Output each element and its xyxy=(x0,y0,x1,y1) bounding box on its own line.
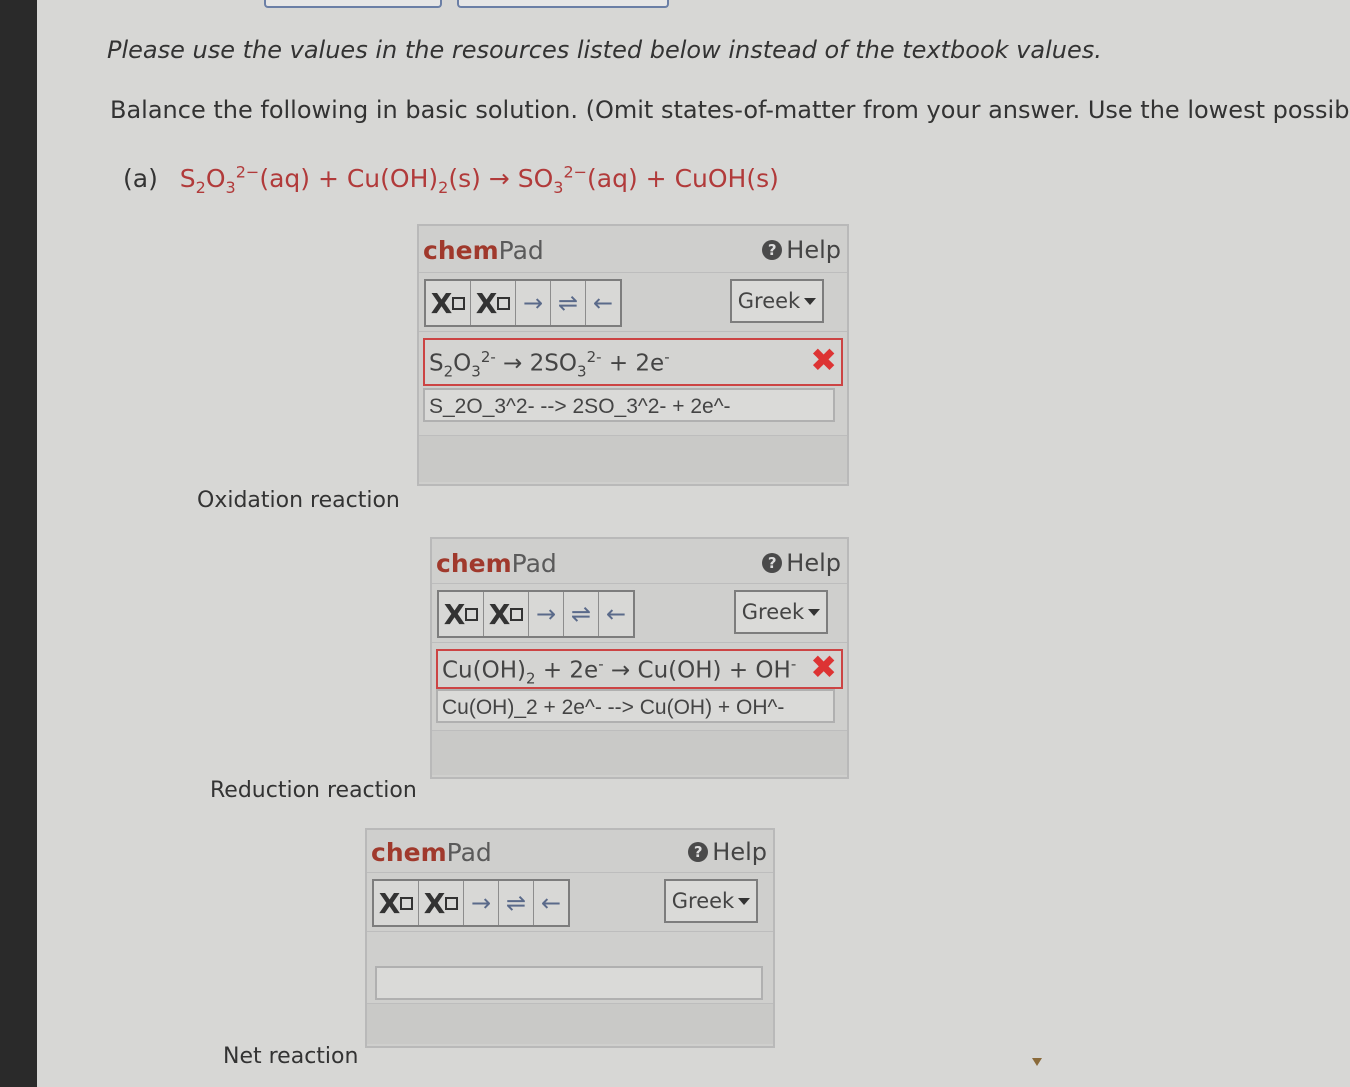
chempad-header: chemPad ? Help xyxy=(367,830,773,873)
chempad-oxidation: chemPad ? Help X X → ⇌ ← Greek S2O32- → 2… xyxy=(417,224,849,486)
chempad-tray xyxy=(419,435,847,482)
help-button[interactable]: ? Help xyxy=(688,838,767,866)
subscript-button[interactable]: X xyxy=(439,592,484,636)
greek-dropdown[interactable]: Greek xyxy=(664,879,758,923)
superscript-button[interactable]: X xyxy=(419,881,464,925)
subscript-button[interactable]: X xyxy=(374,881,419,925)
top-nav-button-1[interactable] xyxy=(264,0,442,8)
chempad-toolbar: X X → ⇌ ← Greek xyxy=(419,273,847,332)
rendered-equation-text: S2O32- → 2SO32- + 2e- xyxy=(429,348,670,381)
rendered-equation: Cu(OH)2 + 2e- → Cu(OH) + OH- ✖ xyxy=(436,649,843,689)
chempad-tray xyxy=(367,1003,773,1044)
incorrect-icon: ✖ xyxy=(810,649,837,686)
equation-input[interactable]: S_2O_3^2- --> 2SO_3^2- + 2e^- xyxy=(423,388,835,422)
chevron-down-icon xyxy=(738,897,751,905)
rendered-equation: S2O32- → 2SO32- + 2e- ✖ xyxy=(423,338,843,386)
top-nav-button-2[interactable] xyxy=(457,0,669,8)
page: Please use the values in the resources l… xyxy=(37,0,1350,1087)
format-toolgroup: X X → ⇌ ← xyxy=(372,879,570,927)
back-arrow-button[interactable]: ← xyxy=(534,881,568,925)
question-equation: (a) S2O32−(aq) + Cu(OH)2(s) → SO32−(aq) … xyxy=(123,163,779,197)
reaction-arrow-button[interactable]: → xyxy=(529,592,564,636)
equilibrium-arrow-button[interactable]: ⇌ xyxy=(551,281,586,325)
chempad-body: Cu(OH)2 + 2e- → Cu(OH) + OH- ✖ Cu(OH)_2 … xyxy=(432,643,847,775)
superscript-button[interactable]: X xyxy=(471,281,516,325)
reaction-arrow-button[interactable]: → xyxy=(516,281,551,325)
chevron-down-icon xyxy=(804,297,817,305)
back-arrow-button[interactable]: ← xyxy=(599,592,633,636)
help-icon: ? xyxy=(688,842,709,862)
equation-input[interactable] xyxy=(375,966,763,1000)
reduction-label: Reduction reaction xyxy=(210,778,417,803)
equation-input[interactable]: Cu(OH)_2 + 2e^- --> Cu(OH) + OH^- xyxy=(436,689,835,723)
chevron-down-icon xyxy=(808,608,821,616)
chempad-header: chemPad ? Help xyxy=(432,539,847,584)
help-button[interactable]: ? Help xyxy=(762,236,841,264)
net-label: Net reaction xyxy=(223,1044,359,1069)
question-tag: (a) xyxy=(123,164,158,194)
chempad-toolbar: X X → ⇌ ← Greek xyxy=(367,873,773,932)
equation-body: S2O32−(aq) + Cu(OH)2(s) → SO32−(aq) + Cu… xyxy=(179,163,779,198)
subscript-button[interactable]: X xyxy=(426,281,471,325)
format-toolgroup: X X → ⇌ ← xyxy=(437,590,635,638)
cursor-marker xyxy=(1032,1058,1042,1066)
incorrect-icon: ✖ xyxy=(810,341,837,379)
oxidation-label: Oxidation reaction xyxy=(197,488,400,513)
instruction-text: Balance the following in basic solution.… xyxy=(110,96,1350,124)
chempad-body xyxy=(367,932,773,1044)
help-icon: ? xyxy=(762,553,783,573)
reaction-arrow-button[interactable]: → xyxy=(464,881,499,925)
help-button[interactable]: ? Help xyxy=(762,549,841,577)
chempad-logo: chemPad xyxy=(371,838,492,867)
help-icon: ? xyxy=(762,240,783,260)
chempad-header: chemPad ? Help xyxy=(419,226,847,273)
greek-dropdown[interactable]: Greek xyxy=(734,590,828,634)
equilibrium-arrow-button[interactable]: ⇌ xyxy=(499,881,534,925)
chempad-toolbar: X X → ⇌ ← Greek xyxy=(432,584,847,643)
chempad-reduction: chemPad ? Help X X → ⇌ ← Greek Cu(OH)2 + … xyxy=(430,537,849,779)
chempad-body: S2O32- → 2SO32- + 2e- ✖ S_2O_3^2- --> 2S… xyxy=(419,332,847,482)
chempad-net: chemPad ? Help X X → ⇌ ← Greek xyxy=(365,828,775,1048)
chempad-logo: chemPad xyxy=(423,236,544,265)
greek-dropdown[interactable]: Greek xyxy=(730,279,824,323)
chempad-logo: chemPad xyxy=(436,549,557,578)
format-toolgroup: X X → ⇌ ← xyxy=(424,279,622,327)
rendered-equation-text: Cu(OH)2 + 2e- → Cu(OH) + OH- xyxy=(442,655,797,688)
equilibrium-arrow-button[interactable]: ⇌ xyxy=(564,592,599,636)
back-arrow-button[interactable]: ← xyxy=(586,281,620,325)
chempad-tray xyxy=(432,730,847,775)
superscript-button[interactable]: X xyxy=(484,592,529,636)
intro-text: Please use the values in the resources l… xyxy=(107,36,1102,64)
